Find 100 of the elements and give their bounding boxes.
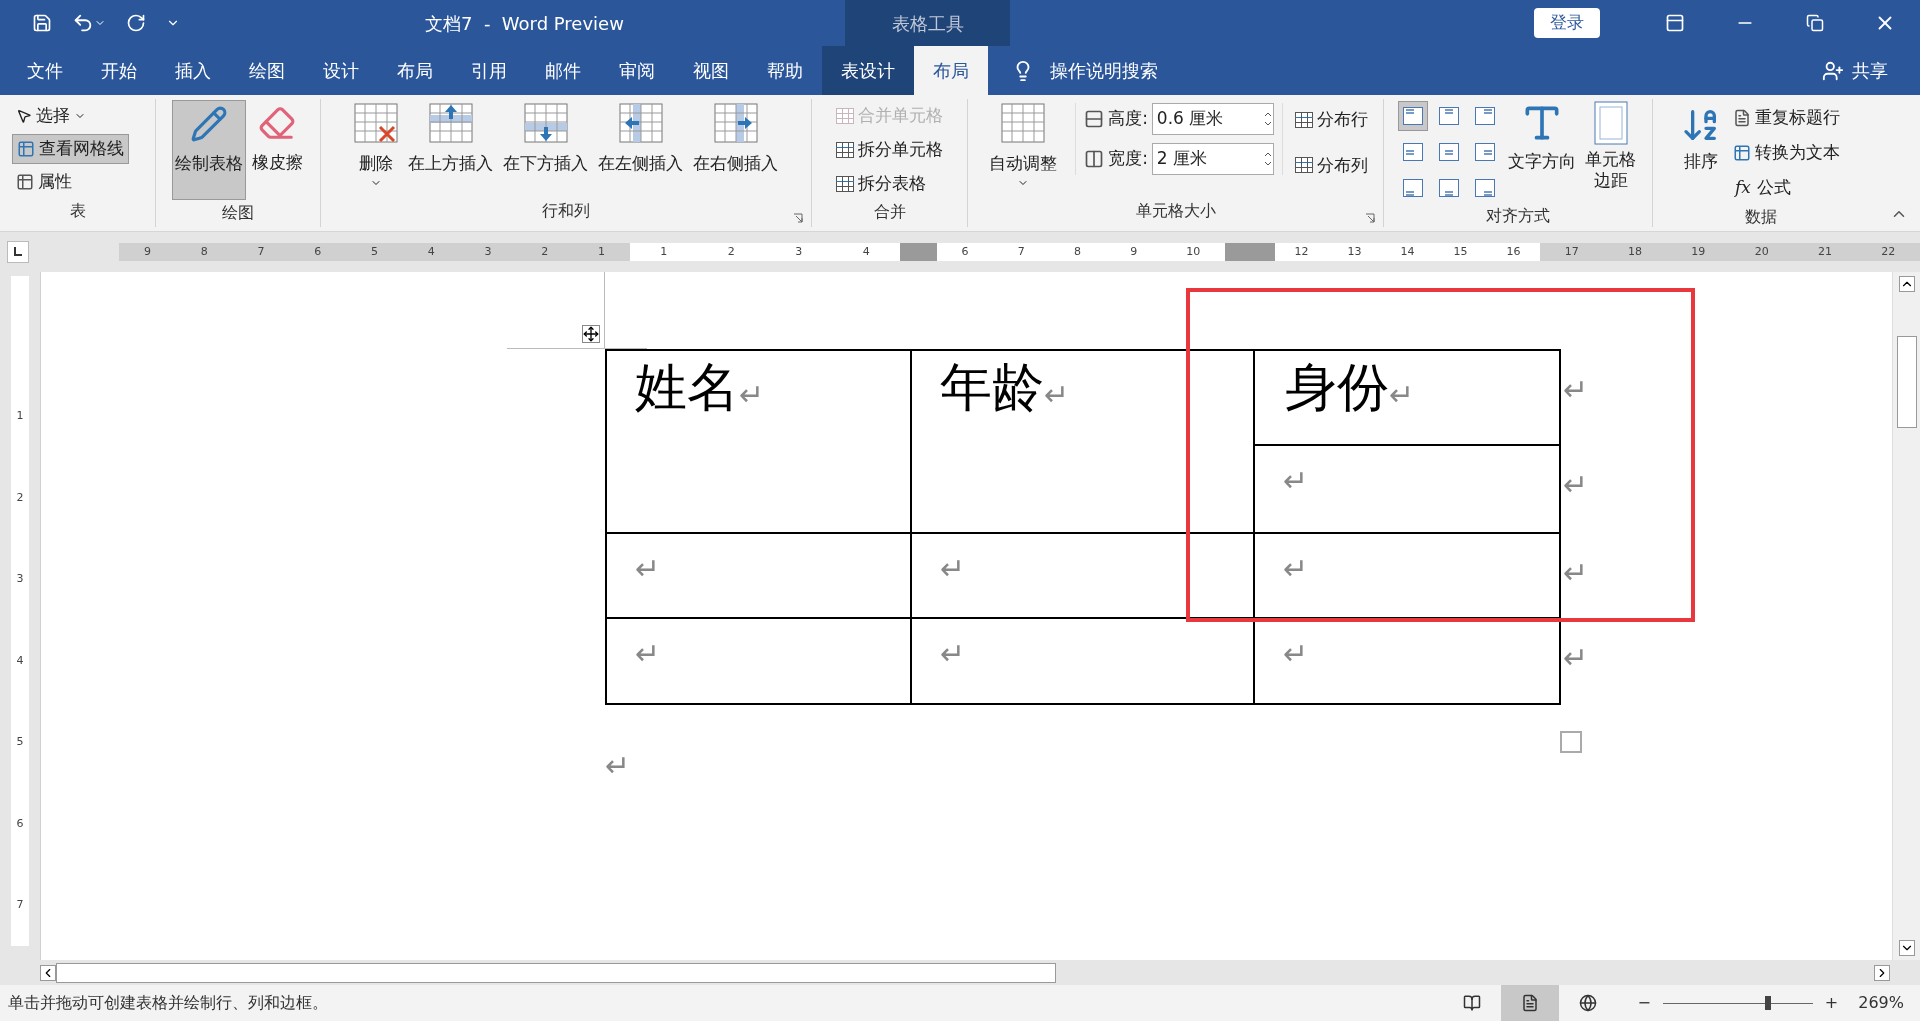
undo-icon[interactable]	[72, 12, 94, 34]
ribbon-button[interactable]: 删除	[353, 103, 399, 189]
insert-above-icon	[428, 103, 473, 143]
ruler-number: 4	[862, 243, 870, 260]
ruler-number: 5	[370, 243, 378, 260]
ribbon-button[interactable]: 在上方插入	[407, 103, 494, 177]
insert-right-icon	[713, 103, 758, 143]
ribbon-tab[interactable]: 邮件	[526, 46, 600, 95]
ruler-number: 3	[795, 243, 803, 260]
ribbon-button[interactable]: 重复标题行	[1733, 101, 1840, 134]
restore-icon[interactable]	[1806, 14, 1824, 32]
dialog-launcher-icon[interactable]	[793, 213, 803, 223]
ribbon-button[interactable]: 在右侧插入	[692, 103, 779, 177]
table-move-handle-icon[interactable]	[582, 325, 600, 343]
field-label: 宽度:	[1108, 147, 1148, 171]
ruler-number: 2	[16, 489, 24, 506]
sign-in-button[interactable]: 登录	[1534, 8, 1600, 38]
ribbon-button[interactable]: 选择	[12, 101, 90, 131]
delete-table-icon	[354, 103, 398, 143]
zoom-out-button[interactable]: −	[1633, 991, 1655, 1015]
ribbon-tab[interactable]: 帮助	[748, 46, 822, 95]
ruler-number: 1	[598, 243, 605, 260]
ribbon-tab[interactable]: 视图	[674, 46, 748, 95]
ribbon-tab[interactable]: 设计	[304, 46, 378, 95]
tell-me-search[interactable]: 操作说明搜索	[1050, 57, 1158, 84]
ribbon-button[interactable]: fx 公式	[1733, 171, 1840, 204]
ribbon-tab[interactable]: 布局	[378, 46, 452, 95]
tab-selector-icon[interactable]	[6, 241, 29, 263]
ribbon-tab[interactable]: 插入	[156, 46, 230, 95]
ribbon-button[interactable]: 查看网格线	[12, 134, 129, 164]
eraser-icon	[258, 104, 296, 142]
pencil-icon	[189, 105, 228, 143]
ribbon-button[interactable]: 在下方插入	[502, 103, 589, 177]
ribbon-button[interactable]: 单元格边距	[1583, 101, 1639, 192]
zoom-slider[interactable]	[1662, 996, 1813, 1010]
ruler-number: 9	[1130, 243, 1138, 260]
ribbon-tab[interactable]: 审阅	[600, 46, 674, 95]
web-layout-icon	[1579, 994, 1598, 1012]
dialog-launcher-icon[interactable]	[1365, 213, 1375, 223]
sort-button[interactable]: 排序	[1681, 105, 1721, 175]
table-icon	[836, 176, 854, 192]
ribbon-button[interactable]: 属性	[12, 167, 76, 197]
redo-icon[interactable]	[126, 13, 146, 33]
ribbon-tab[interactable]: 开始	[82, 46, 156, 95]
ruler-number: 22	[1881, 243, 1896, 260]
window-title: 文档7 - Word Preview	[425, 11, 624, 36]
ribbon-tab[interactable]: 布局	[914, 46, 988, 95]
pointer-icon	[16, 108, 32, 124]
scroll-up-icon[interactable]	[1898, 276, 1915, 292]
paragraph-mark: ↵	[1389, 377, 1415, 412]
scroll-down-icon[interactable]	[1898, 940, 1915, 956]
share-link[interactable]: 共享	[1852, 57, 1888, 84]
save-icon[interactable]	[32, 13, 52, 33]
paragraph-mark: ↵	[1563, 640, 1589, 675]
horizontal-scroll-thumb[interactable]	[56, 962, 1056, 983]
paragraph-mark: ↵	[605, 748, 631, 783]
ruler-number: 6	[314, 243, 322, 260]
share-icon[interactable]	[1822, 59, 1844, 82]
ribbon-button[interactable]: 橡皮擦	[249, 100, 305, 200]
ribbon-button[interactable]: 绘制表格	[171, 100, 246, 200]
scroll-right-icon[interactable]	[1874, 964, 1890, 981]
scroll-left-icon[interactable]	[40, 964, 56, 981]
column-marker[interactable]	[1225, 243, 1275, 261]
ribbon-button[interactable]: 拆分表格	[836, 169, 943, 199]
align-button[interactable]	[1397, 101, 1428, 131]
status-text: 单击并拖动可创建表格并绘制行、列和边框。	[8, 992, 328, 1014]
ribbon-button[interactable]: 文字方向	[1507, 101, 1576, 175]
group-label: 表	[69, 200, 86, 220]
zoom-level[interactable]: 269%	[1858, 991, 1904, 1015]
table-resize-handle[interactable]	[1560, 731, 1582, 753]
ribbon-tab[interactable]: 文件	[8, 46, 82, 95]
ruler-number: 5	[16, 734, 24, 751]
zoom-slider-thumb[interactable]	[1764, 996, 1771, 1010]
ribbon-button[interactable]: 拆分单元格	[836, 135, 943, 165]
paragraph-mark: ↵	[1283, 636, 1309, 671]
paragraph-mark: ↵	[635, 551, 661, 586]
group-label: 数据	[1744, 207, 1777, 226]
scroll-thumb[interactable]	[1896, 336, 1917, 428]
ribbon-display-icon[interactable]	[1665, 13, 1685, 33]
ruler-number: 21	[1817, 243, 1832, 260]
ribbon-button[interactable]: 分布列	[1294, 152, 1368, 178]
cell-text: 年龄	[940, 357, 1044, 417]
ribbon-tab[interactable]: 绘图	[230, 46, 304, 95]
size-spin-field[interactable]: 0.6 厘米	[1151, 103, 1274, 135]
size-spin-field[interactable]: 2 厘米	[1151, 143, 1274, 175]
paragraph-mark: ↵	[1563, 372, 1589, 407]
ribbon-button[interactable]: 分布行	[1294, 107, 1368, 133]
ribbon-button[interactable]: 转换为文本	[1733, 136, 1840, 169]
ruler-number: 2	[541, 243, 549, 260]
ruler-number: 14	[1400, 243, 1415, 260]
view-button[interactable]	[1501, 985, 1560, 1021]
column-marker[interactable]	[900, 243, 937, 261]
ribbon-tab[interactable]: 引用	[452, 46, 526, 95]
autofit-button[interactable]: 自动调整	[983, 103, 1064, 189]
group-label: 对齐方式	[1486, 206, 1550, 225]
cell-text: 身份	[1285, 357, 1389, 417]
zoom-in-button[interactable]: +	[1820, 991, 1843, 1015]
ribbon-button[interactable]: 在左侧插入	[597, 103, 684, 177]
ribbon-tab[interactable]: 表设计	[822, 46, 914, 95]
ruler-number: 9	[143, 243, 151, 260]
